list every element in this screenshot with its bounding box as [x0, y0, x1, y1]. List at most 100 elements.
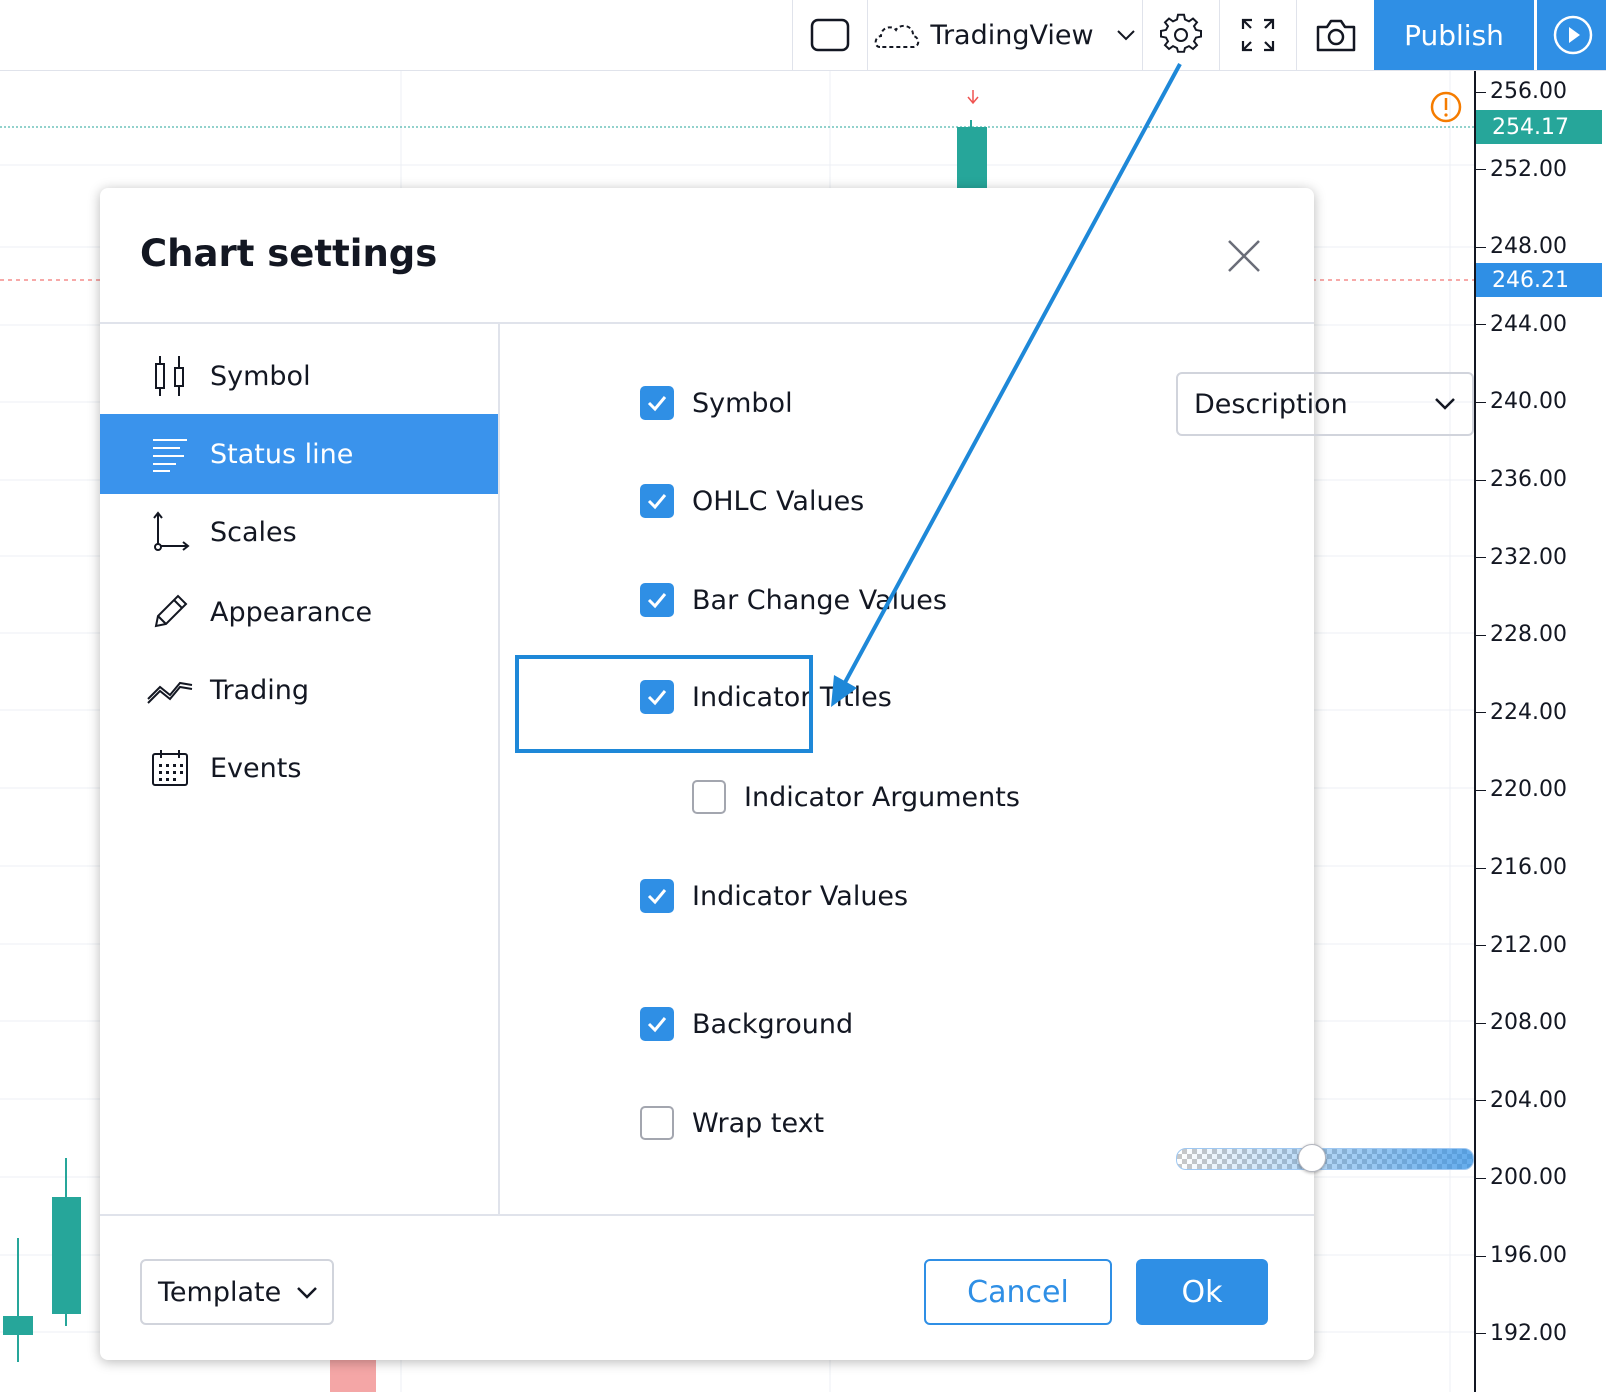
top-toolbar: TradingView Publish	[0, 0, 1606, 71]
price-tick-label: 240.00	[1476, 389, 1567, 414]
option-indicator-arguments[interactable]: Indicator Arguments	[692, 780, 1020, 814]
cancel-button[interactable]: Cancel	[924, 1259, 1112, 1325]
price-tick-label: 216.00	[1476, 855, 1567, 880]
price-tick-label: 244.00	[1476, 312, 1567, 337]
sidebar-item-label: Events	[210, 752, 302, 784]
sidebar-item-events[interactable]: Events	[100, 728, 498, 808]
price-tick-label: 236.00	[1476, 467, 1567, 492]
cancel-label: Cancel	[967, 1274, 1069, 1310]
checkmark-icon	[647, 889, 667, 905]
option-background[interactable]: Background	[640, 1007, 853, 1041]
price-tick-label: 220.00	[1476, 777, 1567, 802]
ohlc-checkbox[interactable]	[640, 484, 674, 518]
screenshot-button[interactable]	[1296, 0, 1375, 70]
indicator-arguments-checkbox[interactable]	[692, 780, 726, 814]
price-tick-label: 204.00	[1476, 1088, 1567, 1113]
sidebar-item-trading[interactable]: Trading	[100, 650, 498, 730]
layout-name-label: TradingView	[930, 19, 1094, 51]
fullscreen-icon	[1241, 18, 1275, 52]
option-wrap-text[interactable]: Wrap text	[640, 1106, 824, 1140]
candle	[330, 1360, 376, 1392]
price-tick-label: 192.00	[1476, 1321, 1567, 1346]
ok-button[interactable]: Ok	[1136, 1259, 1268, 1325]
template-label: Template	[158, 1276, 282, 1308]
select-layout-button[interactable]	[792, 0, 867, 70]
camera-icon	[1316, 19, 1356, 52]
square-icon	[810, 18, 850, 52]
option-label: Indicator Values	[692, 880, 909, 912]
publish-label: Publish	[1404, 18, 1504, 52]
sidebar-item-symbol[interactable]: Symbol	[100, 336, 498, 416]
symbol-display-select[interactable]: Description	[1176, 372, 1474, 436]
candle	[52, 1197, 81, 1314]
annotation-highlight-box	[515, 655, 813, 753]
price-tick-label: 232.00	[1476, 545, 1567, 570]
status-line-settings: Symbol Description OHLC Values Bar Chang…	[500, 324, 1474, 1214]
price-tick-label: 252.00	[1476, 157, 1567, 182]
layout-name-button[interactable]: TradingView	[867, 0, 1142, 70]
price-tick-label: 196.00	[1476, 1243, 1567, 1268]
checkmark-icon	[647, 494, 667, 510]
template-dropdown[interactable]: Template	[140, 1259, 334, 1325]
slider-handle[interactable]	[1298, 1144, 1326, 1172]
trading-icon	[146, 666, 194, 714]
price-tick-label: 228.00	[1476, 622, 1567, 647]
sidebar-item-appearance[interactable]: Appearance	[100, 572, 498, 652]
option-label: OHLC Values	[692, 485, 865, 517]
cloud-icon	[875, 24, 920, 48]
chart-settings-dialog: Chart settings Symbol Status line Scales…	[100, 188, 1474, 1360]
checkmark-icon	[647, 1017, 667, 1033]
option-bar-change[interactable]: Bar Change Values	[640, 583, 947, 617]
option-label: Bar Change Values	[692, 584, 947, 616]
option-label: Background	[692, 1008, 854, 1040]
price-tick-label: 208.00	[1476, 1010, 1567, 1035]
price-tick-label: 224.00	[1476, 700, 1567, 725]
status-line-icon	[146, 430, 194, 478]
candles-icon	[146, 352, 194, 400]
price-tick-label: 212.00	[1476, 933, 1567, 958]
sidebar-item-label: Trading	[210, 674, 310, 706]
symbol-checkbox[interactable]	[640, 386, 674, 420]
close-icon[interactable]	[1226, 238, 1262, 274]
bar-change-checkbox[interactable]	[640, 583, 674, 617]
play-icon	[1553, 15, 1592, 55]
background-checkbox[interactable]	[640, 1007, 674, 1041]
sidebar-item-scales[interactable]: Scales	[100, 492, 498, 572]
dialog-title: Chart settings	[140, 232, 438, 275]
replay-button[interactable]	[1535, 0, 1606, 70]
option-indicator-values[interactable]: Indicator Values	[640, 879, 908, 913]
settings-sidebar: Symbol Status line Scales Appearance Tra…	[100, 324, 500, 1214]
candle	[3, 1316, 33, 1335]
price-marker-tag: 246.21	[1476, 263, 1602, 297]
down-arrow-icon	[967, 90, 979, 105]
sidebar-item-label: Symbol	[210, 360, 311, 392]
last-price-tag: 254.17	[1476, 110, 1602, 144]
calendar-icon	[146, 744, 194, 792]
gear-icon	[1160, 13, 1202, 53]
price-tick-label: 200.00	[1476, 1165, 1567, 1190]
indicator-values-checkbox[interactable]	[640, 879, 674, 913]
sidebar-item-label: Status line	[210, 438, 354, 470]
chevron-down-icon	[1435, 398, 1455, 410]
sidebar-item-label: Appearance	[210, 596, 373, 628]
scales-icon	[146, 508, 194, 556]
pencil-icon	[146, 588, 194, 636]
select-value: Description	[1194, 388, 1348, 420]
settings-button[interactable]	[1142, 0, 1219, 70]
chevron-down-icon	[1116, 30, 1135, 41]
price-axis[interactable]: 256.00 252.00 248.00 244.00 240.00 236.00 232.…	[1474, 70, 1606, 1392]
divider	[100, 1214, 1314, 1216]
ok-label: Ok	[1181, 1274, 1223, 1310]
option-label: Indicator Arguments	[744, 781, 1020, 813]
chevron-down-icon	[297, 1287, 317, 1299]
price-tick-label: 248.00	[1476, 234, 1567, 259]
sidebar-item-label: Scales	[210, 516, 297, 548]
checkmark-icon	[647, 593, 667, 609]
wrap-text-checkbox[interactable]	[640, 1106, 674, 1140]
fullscreen-button[interactable]	[1219, 0, 1296, 70]
sidebar-item-status-line[interactable]: Status line	[100, 414, 498, 494]
option-ohlc[interactable]: OHLC Values	[640, 484, 864, 518]
option-symbol[interactable]: Symbol	[640, 386, 793, 420]
publish-button[interactable]: Publish	[1374, 0, 1534, 70]
option-label: Wrap text	[692, 1107, 825, 1139]
